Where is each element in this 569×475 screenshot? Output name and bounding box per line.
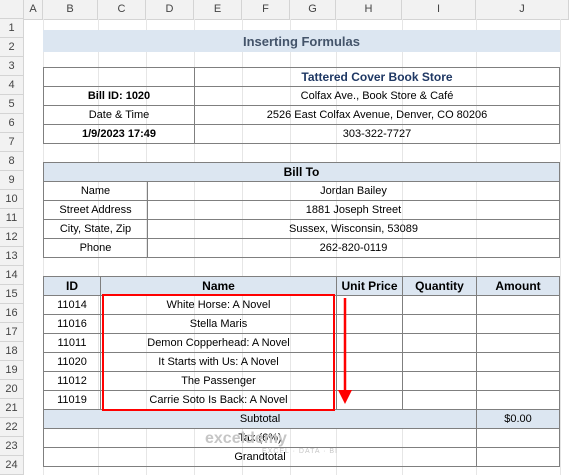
column-header-b[interactable]: B — [43, 0, 98, 19]
item-quantity[interactable] — [402, 352, 477, 372]
row-header-3[interactable]: 3 — [0, 57, 24, 76]
column-header-h[interactable]: H — [336, 0, 402, 19]
row-header-14[interactable]: 14 — [0, 266, 24, 285]
column-header-e[interactable]: E — [194, 0, 242, 19]
header-quantity[interactable]: Quantity — [402, 276, 477, 296]
grandtotal-value[interactable] — [476, 447, 560, 467]
row-header-10[interactable]: 10 — [0, 190, 24, 209]
row-header-22[interactable]: 22 — [0, 418, 24, 437]
row-header-17[interactable]: 17 — [0, 323, 24, 342]
item-quantity[interactable] — [402, 371, 477, 391]
item-id[interactable]: 11020 — [43, 352, 101, 372]
subtotal-label[interactable]: Subtotal — [43, 409, 477, 429]
row-header-23[interactable]: 23 — [0, 437, 24, 456]
item-id[interactable]: 11019 — [43, 390, 101, 410]
blank-cell[interactable] — [43, 67, 195, 87]
item-amount[interactable] — [476, 352, 560, 372]
bill-to-value[interactable]: Sussex, Wisconsin, 53089 — [147, 219, 560, 239]
bill-to-label[interactable]: City, State, Zip — [43, 219, 148, 239]
gridline — [560, 19, 561, 475]
row-header-18[interactable]: 18 — [0, 342, 24, 361]
row-header-20[interactable]: 20 — [0, 380, 24, 399]
bill-to-value[interactable]: 262-820-0119 — [147, 238, 560, 258]
item-quantity[interactable] — [402, 333, 477, 353]
row-header-4[interactable]: 4 — [0, 76, 24, 95]
row-header-13[interactable]: 13 — [0, 247, 24, 266]
subtotal-value[interactable]: $0.00 — [476, 409, 560, 429]
row-header-2[interactable]: 2 — [0, 38, 24, 57]
bill-id[interactable]: Bill ID: 1020 — [43, 86, 195, 106]
item-quantity[interactable] — [402, 390, 477, 410]
watermark-logo: exceldemy — [205, 430, 287, 447]
header-name[interactable]: Name — [100, 276, 337, 296]
bill-to-value[interactable]: Jordan Bailey — [147, 181, 560, 201]
row-header-6[interactable]: 6 — [0, 114, 24, 133]
column-header-a[interactable]: A — [24, 0, 43, 19]
row-header-15[interactable]: 15 — [0, 285, 24, 304]
item-amount[interactable] — [476, 371, 560, 391]
column-header-d[interactable]: D — [146, 0, 194, 19]
column-header-c[interactable]: C — [98, 0, 146, 19]
bill-to-label[interactable]: Phone — [43, 238, 148, 258]
select-all-corner[interactable] — [0, 0, 24, 19]
row-header-8[interactable]: 8 — [0, 152, 24, 171]
header-id[interactable]: ID — [43, 276, 101, 296]
header-amount[interactable]: Amount — [476, 276, 560, 296]
row-header-1[interactable]: 1 — [0, 19, 24, 38]
row-header-21[interactable]: 21 — [0, 399, 24, 418]
item-amount[interactable] — [476, 333, 560, 353]
item-id[interactable]: 11011 — [43, 333, 101, 353]
header-unit-price[interactable]: Unit Price — [336, 276, 403, 296]
item-id[interactable]: 11014 — [43, 295, 101, 315]
column-header-bar: A B C D E F G H I J — [24, 0, 569, 20]
bill-to-heading[interactable]: Bill To — [43, 162, 560, 182]
sheet-title[interactable]: Inserting Formulas — [43, 30, 560, 52]
bill-to-label[interactable]: Name — [43, 181, 148, 201]
row-header-24[interactable]: 24 — [0, 456, 24, 475]
item-amount[interactable] — [476, 390, 560, 410]
column-header-f[interactable]: F — [242, 0, 290, 19]
row-header-9[interactable]: 9 — [0, 171, 24, 190]
item-id[interactable]: 11016 — [43, 314, 101, 334]
item-id[interactable]: 11012 — [43, 371, 101, 391]
column-header-g[interactable]: G — [290, 0, 336, 19]
column-header-i[interactable]: I — [402, 0, 476, 19]
store-address-line2[interactable]: 2526 East Colfax Avenue, Denver, CO 8020… — [194, 105, 560, 125]
item-quantity[interactable] — [402, 314, 477, 334]
store-phone[interactable]: 303-322-7727 — [194, 124, 560, 144]
row-header-7[interactable]: 7 — [0, 133, 24, 152]
spreadsheet: A B C D E F G H I J 1 2 3 4 5 6 7 8 9 10… — [0, 0, 569, 475]
highlight-box — [102, 294, 335, 411]
item-quantity[interactable] — [402, 295, 477, 315]
row-header-11[interactable]: 11 — [0, 209, 24, 228]
row-header-19[interactable]: 19 — [0, 361, 24, 380]
store-address-line1[interactable]: Colfax Ave., Book Store & Café — [194, 86, 560, 106]
date-value[interactable]: 1/9/2023 17:49 — [43, 124, 195, 144]
bill-to-label[interactable]: Street Address — [43, 200, 148, 220]
bill-to-value[interactable]: 1881 Joseph Street — [147, 200, 560, 220]
store-name[interactable]: Tattered Cover Book Store — [194, 67, 560, 87]
column-header-j[interactable]: J — [476, 0, 569, 19]
item-amount[interactable] — [476, 295, 560, 315]
date-label[interactable]: Date & Time — [43, 105, 195, 125]
watermark-tagline: EXCEL · DATA · BI — [262, 448, 338, 455]
row-header-12[interactable]: 12 — [0, 228, 24, 247]
row-header-16[interactable]: 16 — [0, 304, 24, 323]
row-header-5[interactable]: 5 — [0, 95, 24, 114]
tax-value[interactable] — [476, 428, 560, 448]
grandtotal-label[interactable]: Grandtotal — [43, 447, 477, 467]
item-amount[interactable] — [476, 314, 560, 334]
down-arrow-icon — [338, 298, 352, 404]
